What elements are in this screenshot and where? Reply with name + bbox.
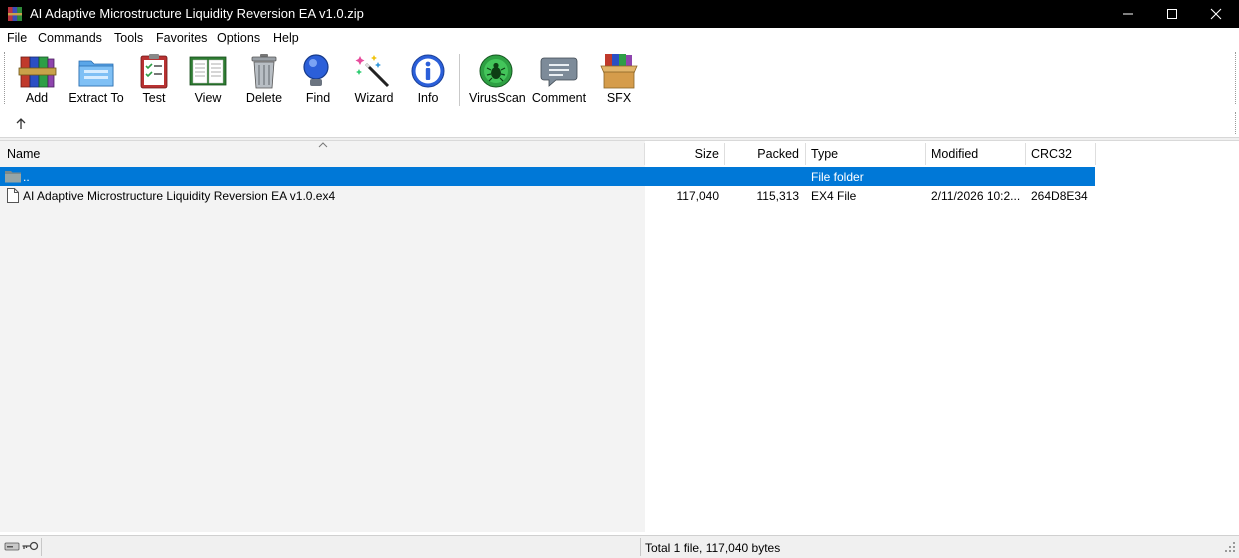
table-row-file[interactable]: AI Adaptive Microstructure Liquidity Rev… xyxy=(0,186,1095,205)
column-divider[interactable] xyxy=(1095,143,1096,165)
sfx-box-icon xyxy=(600,54,638,89)
file-icon xyxy=(7,188,19,203)
row-crc32: 264D8E34 xyxy=(1031,189,1088,203)
window-title: AI Adaptive Microstructure Liquidity Rev… xyxy=(30,6,364,21)
wizard-label: Wizard xyxy=(354,91,394,105)
comment-button[interactable]: Comment xyxy=(531,52,587,108)
sfx-button[interactable]: SFX xyxy=(598,52,640,108)
toolbar-separator xyxy=(459,54,460,106)
row-name: .. xyxy=(23,170,30,184)
virusscan-button[interactable]: VirusScan xyxy=(469,52,526,108)
column-header-modified[interactable]: Modified xyxy=(931,147,978,161)
table-row-parent-folder[interactable]: .. File folder xyxy=(0,167,1095,186)
toolbar-grip-right[interactable] xyxy=(1235,52,1236,104)
title-bar: AI Adaptive Microstructure Liquidity Rev… xyxy=(0,0,1239,28)
menu-favorites[interactable]: Favorites xyxy=(156,31,207,45)
status-bar: Total 1 file, 117,040 bytes xyxy=(0,535,1239,558)
row-size: 117,040 xyxy=(676,189,720,203)
toolbar-grip[interactable] xyxy=(4,52,5,104)
list-header: Name Size Packed Type Modified CRC32 xyxy=(0,141,1096,166)
extract-to-label: Extract To xyxy=(68,91,124,105)
status-divider xyxy=(41,538,42,556)
row-packed: 115,313 xyxy=(756,189,800,203)
folder-extract-icon xyxy=(78,60,114,87)
menu-bar: File Commands Tools Favorites Options He… xyxy=(0,28,1239,48)
magic-wand-icon xyxy=(355,55,390,88)
row-modified: 2/11/2026 10:2... xyxy=(931,189,1021,203)
winrar-app-icon[interactable] xyxy=(7,6,23,22)
minimize-button[interactable] xyxy=(1105,0,1151,28)
file-list[interactable]: Name Size Packed Type Modified CRC32 .. … xyxy=(0,140,1239,532)
column-header-crc32[interactable]: CRC32 xyxy=(1031,147,1072,161)
column-divider[interactable] xyxy=(805,143,806,165)
test-button[interactable]: Test xyxy=(134,52,174,108)
up-arrow-icon[interactable] xyxy=(14,117,28,131)
column-header-size[interactable]: Size xyxy=(650,147,719,161)
maximize-icon xyxy=(1167,9,1177,19)
minimize-icon xyxy=(1123,13,1133,15)
resize-grip-icon[interactable] xyxy=(1225,542,1236,553)
column-divider[interactable] xyxy=(925,143,926,165)
find-button[interactable]: Find xyxy=(298,52,338,108)
row-name: AI Adaptive Microstructure Liquidity Rev… xyxy=(23,189,336,203)
status-divider xyxy=(640,538,641,556)
sfx-label: SFX xyxy=(606,91,632,105)
menu-file[interactable]: File xyxy=(7,31,27,45)
menu-options[interactable]: Options xyxy=(217,31,260,45)
wizard-button[interactable]: Wizard xyxy=(354,52,394,108)
menu-tools[interactable]: Tools xyxy=(114,31,143,45)
status-text: Total 1 file, 117,040 bytes xyxy=(645,541,781,555)
column-header-packed[interactable]: Packed xyxy=(730,147,799,161)
virusscan-label: VirusScan xyxy=(469,91,526,105)
folder-icon xyxy=(5,171,21,183)
menu-help[interactable]: Help xyxy=(273,31,299,45)
maximize-button[interactable] xyxy=(1149,0,1195,28)
column-divider[interactable] xyxy=(644,143,645,165)
info-label: Info xyxy=(417,91,439,105)
column-divider[interactable] xyxy=(1025,143,1026,165)
toolbar: Add Extract To Test View Delete Find Wiz… xyxy=(0,48,1239,137)
close-button[interactable] xyxy=(1193,0,1239,28)
comment-label: Comment xyxy=(531,91,587,105)
delete-label: Delete xyxy=(245,91,283,105)
trash-can-icon xyxy=(251,54,277,89)
magnifier-icon xyxy=(303,54,329,86)
test-label: Test xyxy=(142,91,166,105)
close-icon xyxy=(1210,8,1222,20)
view-label: View xyxy=(194,91,222,105)
menu-commands[interactable]: Commands xyxy=(38,31,102,45)
column-header-name[interactable]: Name xyxy=(7,147,40,161)
extract-to-button[interactable]: Extract To xyxy=(68,52,124,108)
address-bar-grip[interactable] xyxy=(1235,112,1236,134)
archive-books-icon xyxy=(18,56,57,88)
delete-button[interactable]: Delete xyxy=(242,52,286,108)
find-label: Find xyxy=(305,91,331,105)
row-type: EX4 File xyxy=(811,189,857,203)
info-icon xyxy=(411,54,445,88)
column-header-type[interactable]: Type xyxy=(811,147,838,161)
drive-icon[interactable] xyxy=(4,540,20,552)
key-icon[interactable] xyxy=(21,540,39,552)
view-button[interactable]: View xyxy=(186,52,230,108)
sort-ascending-icon xyxy=(318,142,328,148)
clipboard-check-icon xyxy=(140,54,168,89)
add-label: Add xyxy=(25,91,49,105)
add-button[interactable]: Add xyxy=(14,52,60,108)
virus-bug-icon xyxy=(479,54,513,88)
row-type: File folder xyxy=(811,170,864,184)
speech-bubble-icon xyxy=(540,57,578,87)
open-book-icon xyxy=(189,56,227,86)
column-divider[interactable] xyxy=(724,143,725,165)
info-button[interactable]: Info xyxy=(408,52,448,108)
